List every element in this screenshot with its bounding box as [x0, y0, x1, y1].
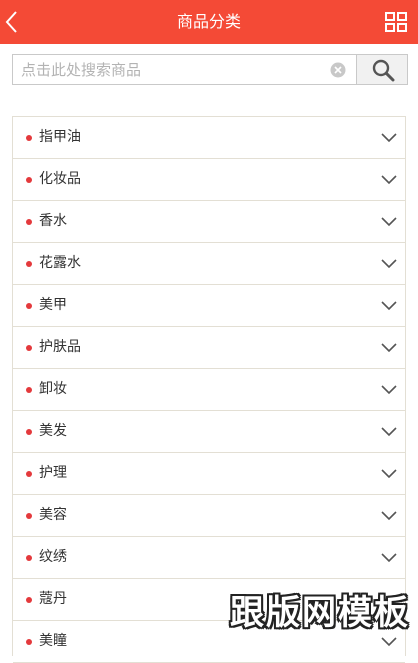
chevron-down-icon[interactable]	[381, 173, 397, 185]
category-item[interactable]: 花露水	[13, 243, 405, 285]
category-label: 美瞳	[39, 633, 67, 649]
search-bar	[12, 54, 408, 85]
bullet-dot-icon	[26, 555, 32, 561]
category-item[interactable]: 卸妆	[13, 369, 405, 411]
bullet-dot-icon	[26, 177, 32, 183]
category-label: 纹绣	[39, 549, 67, 565]
chevron-down-icon[interactable]	[381, 509, 397, 521]
chevron-down-icon[interactable]	[381, 467, 397, 479]
chevron-down-icon[interactable]	[381, 215, 397, 227]
search-input[interactable]	[21, 55, 321, 84]
category-label: 美发	[39, 423, 67, 439]
category-list: 指甲油化妆品香水花露水美甲护肤品卸妆美发护理美容纹绣蔻丹美瞳	[12, 116, 406, 663]
category-label: 指甲油	[39, 129, 81, 145]
watermark: 跟版网模板	[230, 593, 410, 633]
category-label: 蔻丹	[39, 591, 67, 607]
bullet-dot-icon	[26, 303, 32, 309]
category-label: 护理	[39, 465, 67, 481]
bullet-dot-icon	[26, 639, 32, 645]
category-item[interactable]: 美发	[13, 411, 405, 453]
category-item[interactable]: 美容	[13, 495, 405, 537]
bullet-dot-icon	[26, 387, 32, 393]
category-label: 卸妆	[39, 381, 67, 397]
bullet-dot-icon	[26, 135, 32, 141]
category-item[interactable]: 美甲	[13, 285, 405, 327]
category-item[interactable]: 纹绣	[13, 537, 405, 579]
category-label: 花露水	[39, 255, 81, 271]
category-label: 美甲	[39, 297, 67, 313]
bullet-dot-icon	[26, 471, 32, 477]
clear-icon[interactable]	[330, 62, 346, 78]
category-label: 香水	[39, 213, 67, 229]
bullet-dot-icon	[26, 261, 32, 267]
grid-icon	[385, 12, 407, 32]
category-item[interactable]: 化妆品	[13, 159, 405, 201]
bullet-dot-icon	[26, 597, 32, 603]
category-menu-button[interactable]	[374, 0, 418, 44]
search-icon	[372, 59, 395, 82]
chevron-down-icon[interactable]	[381, 341, 397, 353]
header-bar: 商品分类	[0, 0, 418, 44]
search-box	[12, 54, 357, 85]
category-label: 化妆品	[39, 171, 81, 187]
category-item[interactable]: 护理	[13, 453, 405, 495]
category-item[interactable]: 护肤品	[13, 327, 405, 369]
category-label: 护肤品	[39, 339, 81, 355]
chevron-down-icon[interactable]	[381, 425, 397, 437]
chevron-down-icon[interactable]	[381, 383, 397, 395]
category-item[interactable]: 香水	[13, 201, 405, 243]
bullet-dot-icon	[26, 429, 32, 435]
search-button[interactable]	[356, 54, 408, 85]
bullet-dot-icon	[26, 219, 32, 225]
category-label: 美容	[39, 507, 67, 523]
bullet-dot-icon	[26, 345, 32, 351]
chevron-down-icon[interactable]	[381, 131, 397, 143]
chevron-down-icon[interactable]	[381, 551, 397, 563]
chevron-down-icon[interactable]	[381, 635, 397, 647]
category-item[interactable]: 指甲油	[13, 117, 405, 159]
chevron-down-icon[interactable]	[381, 299, 397, 311]
bullet-dot-icon	[26, 513, 32, 519]
chevron-down-icon[interactable]	[381, 257, 397, 269]
page-title: 商品分类	[176, 12, 241, 31]
